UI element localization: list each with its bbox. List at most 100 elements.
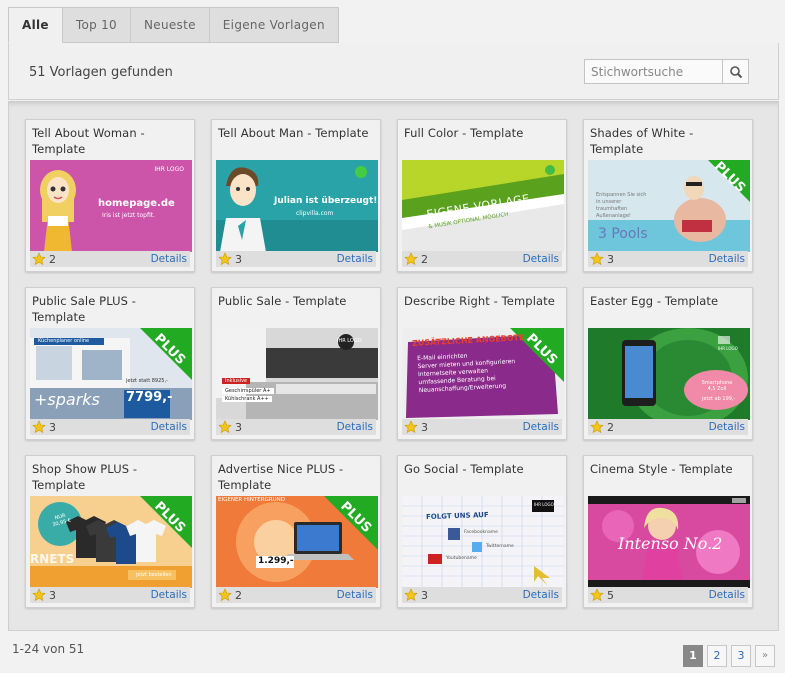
card-footer: 3 Details: [402, 587, 562, 603]
thumb-label: Inklusive: [222, 378, 251, 384]
details-link[interactable]: Details: [337, 589, 373, 601]
details-link[interactable]: Details: [151, 253, 187, 265]
rating-count: 3: [49, 589, 56, 602]
details-link[interactable]: Details: [523, 589, 559, 601]
card-footer: 3 Details: [216, 251, 376, 267]
thumb-main-text: Julian ist überzeugt!: [274, 196, 378, 206]
card-thumbnail[interactable]: ZUSÄTZLICHE ANGEBOTE PLUS E-Mail einrich…: [402, 328, 564, 420]
card-footer: 2 Details: [30, 251, 190, 267]
card-title: Shades of White - Template: [590, 126, 694, 156]
thumb-logo: IHR LOGO: [337, 338, 362, 344]
social-youtube-text: Youtubename: [446, 556, 477, 561]
card-title: Cinema Style - Template: [590, 462, 733, 476]
card-title: Easter Egg - Template: [590, 294, 719, 308]
template-card[interactable]: Describe Right - Template ZUSÄTZLICHE AN…: [397, 287, 567, 440]
card-thumbnail[interactable]: Intenso No.2: [588, 496, 750, 588]
template-card[interactable]: Go Social - Template FOLGT UNS AUF IHR L…: [397, 455, 567, 608]
results-header: 51 Vorlagen gefunden: [8, 43, 779, 100]
rating-count: 3: [607, 253, 614, 266]
card-title: Public Sale PLUS - Template: [32, 294, 137, 324]
search-icon: [729, 65, 742, 78]
card-title: Describe Right - Template: [404, 294, 555, 308]
thumb-label: Geschirrspüler A+: [222, 388, 274, 394]
star-icon: [590, 588, 604, 602]
tab-eigene-vorlagen[interactable]: Eigene Vorlagen: [209, 7, 339, 43]
thumb-main-text: 3 Pools: [598, 226, 648, 242]
card-thumbnail[interactable]: Küchenplaner online PLUS +sparks jetzt s…: [30, 328, 192, 420]
template-card[interactable]: Tell About Woman - Template IHR LOGO hom…: [25, 119, 195, 272]
details-link[interactable]: Details: [709, 589, 745, 601]
template-card[interactable]: Shop Show PLUS - Template RNETS NUR 30,9…: [25, 455, 195, 608]
rating-count: 2: [421, 253, 428, 266]
card-thumbnail[interactable]: IHR LOGO Smartphone 4,5 Zoll jetzt ab 19…: [588, 328, 750, 420]
card-thumbnail[interactable]: PLUS Entspannen Sie sich in unserer trau…: [588, 160, 750, 252]
card-thumbnail[interactable]: EIGENE VORLAGE & MUSIK OPTIONAL MÖGLICH: [402, 160, 564, 252]
page-1[interactable]: 1: [683, 645, 703, 667]
details-link[interactable]: Details: [709, 253, 745, 265]
social-facebook-text: Facebookname: [464, 530, 498, 535]
details-link[interactable]: Details: [151, 421, 187, 433]
page-3[interactable]: 3: [731, 645, 751, 667]
star-icon: [404, 252, 418, 266]
tab-bar: Alle Top 10 Neueste Eigene Vorlagen: [8, 7, 339, 43]
tab-neueste[interactable]: Neueste: [131, 7, 210, 43]
thumb-logo: IHR LOGO: [534, 502, 554, 507]
star-icon: [218, 588, 232, 602]
thumb-label: Kühlschrank A++: [222, 396, 272, 402]
thumb-main-text: homepage.de: [98, 198, 175, 209]
card-thumbnail[interactable]: Julian ist überzeugt! clipvilla.com: [216, 160, 378, 252]
template-card[interactable]: Full Color - Template EIGENE VORLAGE & M…: [397, 119, 567, 272]
card-footer: 3 Details: [30, 587, 190, 603]
thumb-price: 7799,-: [126, 390, 173, 405]
next-page-button[interactable]: »: [755, 645, 775, 667]
social-twitter-text: Twittername: [486, 544, 514, 549]
tab-alle[interactable]: Alle: [8, 7, 63, 43]
details-link[interactable]: Details: [709, 421, 745, 433]
card-title: Shop Show PLUS - Template: [32, 462, 138, 492]
card-thumbnail[interactable]: FOLGT UNS AUF IHR LOGO Facebookname Twit…: [402, 496, 564, 588]
template-card[interactable]: Public Sale PLUS - Template Küchenplaner…: [25, 287, 195, 440]
search-button[interactable]: [722, 60, 748, 83]
template-card[interactable]: Easter Egg - Template IHR LOGO Smartphon…: [583, 287, 753, 440]
details-link[interactable]: Details: [523, 421, 559, 433]
card-footer: 3 Details: [30, 419, 190, 435]
card-thumbnail[interactable]: EIGENER HINTERGRUND PLUS 1.299,-: [216, 496, 378, 588]
thumb-sub-text: Smartphone 4,5 Zoll: [701, 380, 733, 392]
card-footer: 3 Details: [402, 419, 562, 435]
thumb-price-caption: jetzt statt 8925,-: [126, 378, 168, 384]
rating-count: 2: [235, 589, 242, 602]
template-card[interactable]: Cinema Style - Template Intenso No.2 5 D…: [583, 455, 753, 608]
details-link[interactable]: Details: [337, 253, 373, 265]
thumb-sub-text: clipvilla.com: [296, 210, 334, 217]
template-card[interactable]: Public Sale - Template IHR LOGO Inklusiv…: [211, 287, 381, 440]
thumb-logo: IHR LOGO: [154, 166, 184, 173]
star-icon: [590, 420, 604, 434]
details-link[interactable]: Details: [337, 421, 373, 433]
rating-count: 3: [49, 421, 56, 434]
template-card[interactable]: Tell About Man - Template Julian ist übe…: [211, 119, 381, 272]
template-card[interactable]: Advertise Nice PLUS - Template EIGENER H…: [211, 455, 381, 608]
card-title: Full Color - Template: [404, 126, 524, 140]
thumb-main-text: Intenso No.2: [618, 534, 723, 553]
star-icon: [590, 252, 604, 266]
tab-top-10[interactable]: Top 10: [62, 7, 131, 43]
star-icon: [404, 588, 418, 602]
page-2[interactable]: 2: [707, 645, 727, 667]
thumb-sub-text: jetzt bestellen: [136, 572, 172, 578]
card-footer: 3 Details: [216, 419, 376, 435]
thumb-main-text: +sparks: [34, 390, 100, 409]
details-link[interactable]: Details: [151, 589, 187, 601]
card-thumbnail[interactable]: IHR LOGO Inklusive Geschirrspüler A+ Küh…: [216, 328, 378, 420]
card-thumbnail[interactable]: RNETS NUR 30,95 € PLUS jetzt bestellen: [30, 496, 192, 588]
card-title: Tell About Man - Template: [218, 126, 369, 140]
thumb-sub-text: Iris ist jetzt topfit.: [102, 212, 155, 219]
template-card[interactable]: Shades of White - Template PLUS Entspann…: [583, 119, 753, 272]
search-input[interactable]: [585, 60, 722, 83]
results-range: 1-24 von 51: [12, 642, 85, 656]
star-icon: [218, 252, 232, 266]
card-thumbnail[interactable]: IHR LOGO homepage.de Iris ist jetzt topf…: [30, 160, 192, 252]
details-link[interactable]: Details: [523, 253, 559, 265]
thumb-price: 1.299,-: [258, 556, 294, 566]
pagination: 1 2 3 »: [683, 645, 775, 667]
thumb-side-text: RNETS: [30, 552, 75, 566]
